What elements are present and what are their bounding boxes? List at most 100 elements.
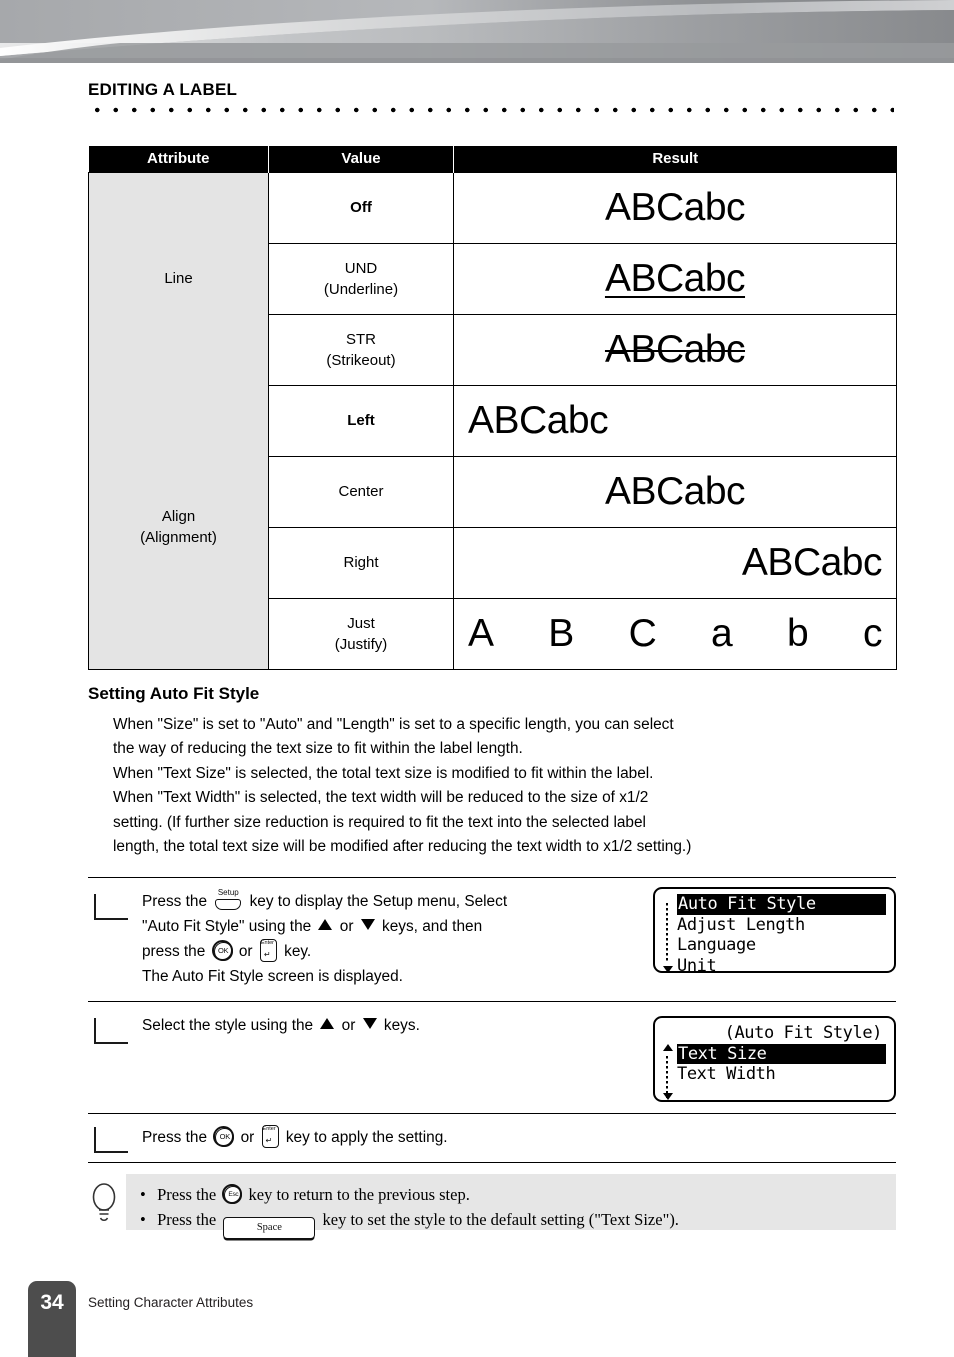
setup-key-cap [215,899,242,910]
space-key-icon[interactable]: Space [223,1217,316,1239]
sample-text-right: ABCabc [741,540,883,584]
lcd-scrollbar[interactable] [663,895,673,971]
setup-key-icon[interactable]: Setup [213,888,243,910]
value-cell: Left [268,384,454,457]
step-1-text: Press the Setup key to display the Setup… [142,878,662,1001]
header-attribute: Attribute [88,146,269,172]
step-text-fragment: "Auto Fit Style" using the [142,918,312,935]
step-text-fragment: key to apply the setting. [285,1129,448,1146]
step-number-marker [94,1018,128,1044]
step-text-fragment: or [339,918,354,935]
lcd-menu-item[interactable]: Adjust Length [677,915,886,936]
lcd-scrollbar[interactable] [663,1044,673,1100]
esc-key-icon[interactable] [222,1184,243,1204]
lcd-menu-item-selected[interactable]: Auto Fit Style [677,894,886,915]
lcd-content: Auto Fit Style Adjust Length Language Un… [663,893,888,971]
arrow-up-icon[interactable] [320,1018,335,1029]
lcd-screen-setup-menu: Auto Fit Style Adjust Length Language Un… [653,887,896,973]
enter-key-icon[interactable]: Enter ↵ [259,939,277,962]
step-text-fragment: keys. [383,1017,420,1034]
step-text-fragment: key. [284,943,312,960]
justify-char: b [786,611,809,655]
enter-return-arrow-icon: ↵ [265,1136,273,1145]
justify-char: C [628,611,657,655]
justify-char: c [862,611,883,655]
bullet-icon: • [140,1185,146,1204]
value-sublabel: (Strikeout) [326,351,396,369]
ok-key-icon[interactable] [213,1126,235,1147]
value-cell: STR (Strikeout) [268,313,454,386]
attr-group-align: Align (Alignment) [88,385,269,670]
step-line: Select the style using the or keys. [142,1013,662,1038]
step-line: press the or Enter ↵ key. [142,939,662,964]
step-line: Press the or Enter ↵ key to apply the se… [142,1125,702,1150]
arrow-up-icon[interactable] [318,919,333,930]
sample-text-justify: A B C a b c [468,610,882,658]
body-line: When "Size" is set to "Auto" and "Length… [113,716,674,733]
scroll-down-arrow-icon[interactable] [663,966,673,971]
header-result: Result [453,146,897,172]
lcd-title-row: (Auto Fit Style) [673,1023,884,1044]
tip-item: • Press the Space key to set the style t… [140,1207,896,1239]
lcd-menu-item[interactable]: Language [677,935,886,956]
step-2: Select the style using the or keys. (Aut… [88,1002,896,1114]
arrow-down-icon[interactable] [362,1018,377,1029]
step-line: Press the Setup key to display the Setup… [142,888,662,914]
sample-text-underline: ABCabc [604,256,746,300]
header-value: Value [268,146,454,172]
attr-sublabel: (Alignment) [140,528,217,546]
body-line: length, the total text size will be modi… [113,838,692,856]
value-sublabel: (Underline) [323,280,399,298]
value-label: Center [338,483,384,500]
page-banner-graphic [0,0,954,63]
scroll-up-arrow-icon[interactable] [663,1044,673,1051]
tip-bulb-icon [90,1180,118,1226]
step-text-fragment: or [341,1017,356,1034]
procedure-steps: Press the Setup key to display the Setup… [88,877,896,1163]
tip-text-fragment: Press the [157,1185,217,1204]
value-cell: Right [268,526,454,599]
lcd-menu-item-selected[interactable]: Text Size [677,1043,886,1064]
setup-key-label: Setup [217,888,239,897]
body-line: the way of reducing the text size to fit… [113,740,523,758]
table-row: Line Off ABCabc [88,171,897,385]
page-number-tab: 34 [28,1281,76,1357]
table-row: Align (Alignment) Left ABCabc [88,384,897,670]
section-heading: Setting Auto Fit Style [88,684,260,703]
enter-return-arrow-icon: ↵ [263,950,271,959]
body-line: setting. (If further size reduction is r… [113,813,646,831]
value-label: Left [347,412,375,429]
justify-char: A [468,611,494,655]
lcd-menu-item[interactable]: Unit [677,956,886,972]
chapter-heading-block: EDITING A LABEL [88,80,898,113]
result-cell: ABCabc [453,526,897,599]
justify-char: B [548,611,574,655]
lcd-screen-auto-fit-style: (Auto Fit Style) Text Size Text Width [653,1016,896,1102]
value-cell: Just (Justify) [268,597,454,670]
value-label: Just [347,614,375,632]
chapter-title: EDITING A LABEL [88,80,238,99]
sample-text-left: ABCabc [468,398,609,442]
scroll-down-arrow-icon[interactable] [663,1093,673,1100]
bullet-icon: • [140,1210,146,1229]
lcd-menu-item[interactable]: Text Width [677,1064,886,1085]
sample-text-strikeout: ABCabc [604,327,746,371]
step-3-text: Press the or Enter ↵ key to apply the se… [142,1114,702,1162]
tip-text-fragment: Press the [157,1210,217,1229]
lcd-content: (Auto Fit Style) Text Size Text Width [663,1022,888,1100]
value-sublabel: (Justify) [334,635,388,653]
tip-text-fragment: key to return to the previous step. [248,1185,470,1204]
step-text-fragment: Press the [142,893,208,910]
arrow-down-icon[interactable] [360,919,375,930]
attribute-table: Attribute Value Result Line Off ABCabc U… [88,146,897,670]
enter-key-label: Enter [262,1126,276,1132]
attr-group-line: Line [88,171,269,385]
sample-text: ABCabc [604,185,746,229]
step-2-text: Select the style using the or keys. [142,1002,662,1050]
section-body: When "Size" is set to "Auto" and "Length… [113,713,899,859]
enter-key-icon[interactable]: Enter ↵ [261,1125,279,1148]
step-text-fragment: Select the style using the [142,1017,314,1034]
step-line: The Auto Fit Style screen is displayed. [142,968,403,985]
ok-key-icon[interactable] [211,940,233,961]
tip-list: • Press the key to return to the previou… [126,1174,896,1239]
